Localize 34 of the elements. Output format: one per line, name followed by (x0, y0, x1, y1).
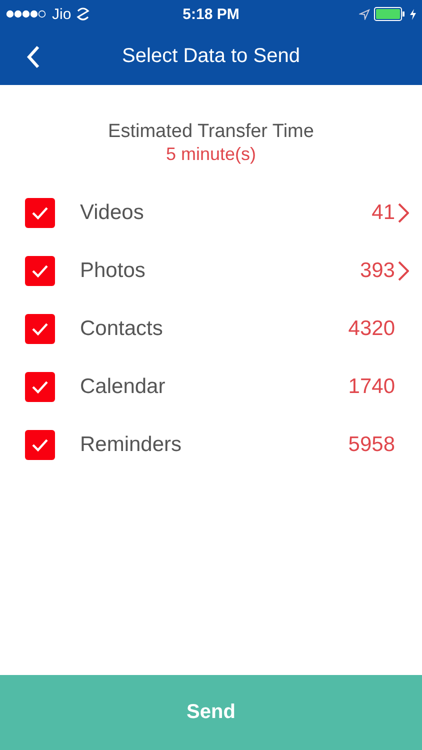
item-label: Videos (80, 201, 145, 225)
checkmark-icon (31, 264, 49, 278)
item-label: Contacts (80, 317, 164, 341)
item-count: 393 (360, 259, 395, 283)
item-count: 5958 (348, 433, 395, 457)
network-icon (75, 7, 92, 21)
checkbox[interactable] (25, 430, 55, 460)
checkbox[interactable] (25, 198, 55, 228)
send-button[interactable]: Send (0, 675, 422, 750)
signal-icon (6, 10, 48, 18)
item-label: Photos (80, 259, 146, 283)
chevron-icon[interactable] (398, 203, 409, 223)
item-count: 41 (372, 201, 395, 225)
location-icon (358, 8, 370, 20)
charging-icon (410, 8, 416, 20)
item-label: Reminders (80, 433, 183, 457)
checkbox[interactable] (25, 372, 55, 402)
checkmark-icon (31, 380, 49, 394)
checkbox[interactable] (25, 314, 55, 344)
status-time: 5:18 PM (182, 6, 240, 22)
checkbox[interactable] (25, 256, 55, 286)
checkmark-icon (31, 438, 49, 452)
chevron-icon[interactable] (398, 261, 409, 281)
item-count: 1740 (348, 375, 395, 399)
battery-icon (374, 7, 406, 21)
estimate-value: 5 minute(s) (166, 144, 256, 164)
checkmark-icon (31, 322, 49, 336)
carrier-name: Jio (52, 6, 72, 22)
back-button[interactable] (26, 44, 40, 68)
item-count: 4320 (348, 317, 395, 341)
item-label: Calendar (80, 375, 166, 399)
checkmark-icon (31, 206, 49, 220)
estimate-label: Estimated Transfer Time (108, 120, 314, 144)
screen-title: Select Data to Send (121, 45, 301, 68)
